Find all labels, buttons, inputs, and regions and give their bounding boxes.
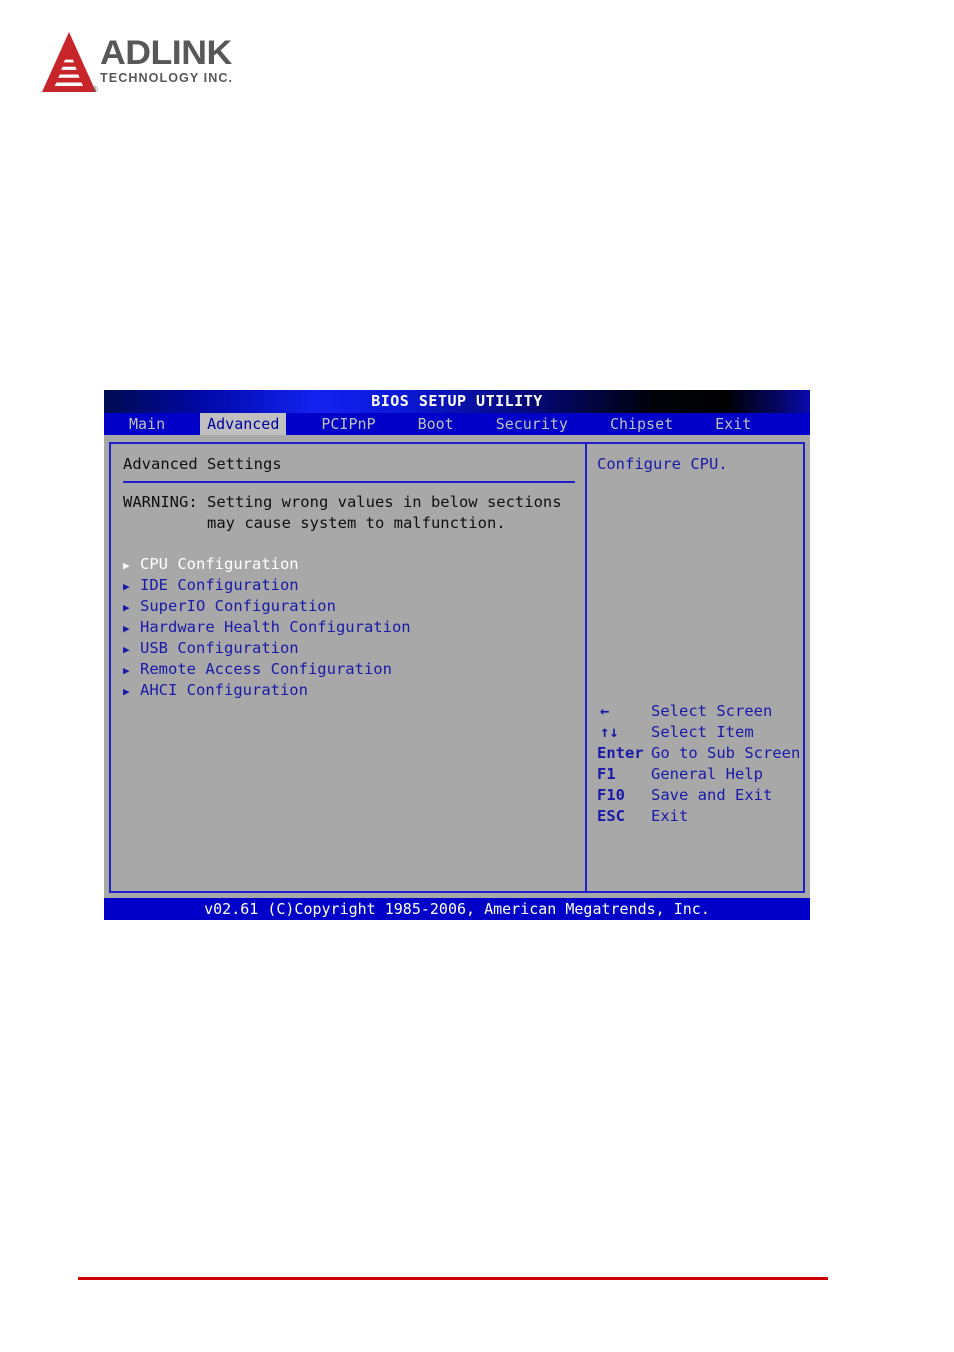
submenu-arrow-icon: ▶ bbox=[123, 559, 130, 572]
legend-row: F10 Save and Exit bbox=[597, 786, 797, 807]
bios-menu-bar[interactable]: Main Advanced PCIPnP Boot Security Chipset Exi… bbox=[104, 413, 810, 435]
legend-row: Enter Go to Sub Screen bbox=[597, 744, 801, 765]
bios-help-panel: Configure CPU. ← Select Screen ↑↓ Select It… bbox=[587, 444, 803, 891]
adlink-tagline: TECHNOLOGY INC. bbox=[100, 71, 234, 85]
legend-row: F1 General Help bbox=[597, 765, 797, 786]
page-bottom-rule bbox=[78, 1277, 828, 1280]
legend-key: F1 bbox=[597, 765, 616, 783]
page-title: Advanced Settings bbox=[123, 455, 282, 473]
legend-key: F10 bbox=[597, 786, 625, 804]
menu-item-label: SuperIO Configuration bbox=[140, 597, 336, 615]
submenu-arrow-icon: ▶ bbox=[123, 685, 130, 698]
submenu-arrow-icon: ▶ bbox=[123, 580, 130, 593]
tab-chipset[interactable]: Chipset bbox=[603, 413, 680, 435]
submenu-arrow-icon: ▶ bbox=[123, 664, 130, 677]
menu-item-hardware-health-configuration[interactable]: ▶ Hardware Health Configuration bbox=[123, 618, 585, 639]
legend-description: General Help bbox=[651, 765, 763, 783]
legend-key: Enter bbox=[597, 744, 644, 762]
menu-item-ide-configuration[interactable]: ▶ IDE Configuration bbox=[123, 576, 585, 597]
submenu-arrow-icon: ▶ bbox=[123, 622, 130, 635]
legend-description: Exit bbox=[651, 807, 689, 825]
legend-description: Save and Exit bbox=[651, 786, 773, 804]
warning-line-2: may cause system to malfunction. bbox=[123, 514, 506, 532]
bios-title: BIOS SETUP UTILITY bbox=[371, 392, 543, 410]
submenu-arrow-icon: ▶ bbox=[123, 601, 130, 614]
adlink-company-name: ADLINK bbox=[100, 34, 232, 72]
menu-item-label: IDE Configuration bbox=[140, 576, 299, 594]
bios-left-panel: Advanced Settings WARNING: Setting wrong… bbox=[111, 444, 587, 891]
legend-description: Select Screen bbox=[651, 702, 773, 720]
adlink-logo: ADLINK TECHNOLOGY INC. ® bbox=[38, 28, 298, 98]
adlink-triangle-logo-icon bbox=[42, 32, 96, 92]
bios-footer-copyright: v02.61 (C)Copyright 1985-2006, American … bbox=[104, 898, 810, 920]
bios-content-panel: Advanced Settings WARNING: Setting wrong… bbox=[109, 442, 805, 893]
menu-item-label: AHCI Configuration bbox=[140, 681, 308, 699]
up-down-arrow-icon: ↑↓ bbox=[600, 723, 619, 741]
legend-row: ESC Exit bbox=[597, 807, 797, 828]
menu-item-label: CPU Configuration bbox=[140, 555, 299, 573]
menu-item-label: Remote Access Configuration bbox=[140, 660, 392, 678]
legend-row: ← Select Screen bbox=[597, 702, 797, 723]
menu-item-superio-configuration[interactable]: ▶ SuperIO Configuration bbox=[123, 597, 585, 618]
heading-divider bbox=[123, 481, 575, 483]
warning-line-1: WARNING: Setting wrong values in below s… bbox=[123, 493, 562, 511]
tab-pcipnp[interactable]: PCIPnP bbox=[314, 413, 382, 435]
tab-boot[interactable]: Boot bbox=[411, 413, 461, 435]
menu-item-label: Hardware Health Configuration bbox=[140, 618, 411, 636]
legend-description: Go to Sub Screen bbox=[651, 744, 801, 762]
bios-setup-window: BIOS SETUP UTILITY Main Advanced PCIPnP Boo… bbox=[104, 390, 810, 920]
legend-key: ESC bbox=[597, 807, 625, 825]
registered-trademark-icon: ® bbox=[92, 85, 98, 94]
tab-main[interactable]: Main bbox=[122, 413, 172, 435]
menu-item-remote-access-configuration[interactable]: ▶ Remote Access Configuration bbox=[123, 660, 585, 681]
bios-body: Advanced Settings WARNING: Setting wrong… bbox=[104, 435, 810, 898]
tab-exit[interactable]: Exit bbox=[708, 413, 758, 435]
tab-advanced[interactable]: Advanced bbox=[200, 413, 287, 435]
menu-item-cpu-configuration[interactable]: ▶ CPU Configuration bbox=[123, 555, 585, 576]
tab-security[interactable]: Security bbox=[489, 413, 575, 435]
key-legend: ← Select Screen ↑↓ Select Item Enter Go to Su… bbox=[597, 702, 801, 828]
left-arrow-icon: ← bbox=[600, 702, 610, 720]
legend-row: ↑↓ Select Item bbox=[597, 723, 797, 744]
submenu-arrow-icon: ▶ bbox=[123, 643, 130, 656]
adlink-wordmark-block: ADLINK TECHNOLOGY INC. bbox=[100, 36, 290, 86]
context-help-text: Configure CPU. bbox=[597, 455, 728, 473]
legend-description: Select Item bbox=[651, 723, 754, 741]
bios-title-bar: BIOS SETUP UTILITY bbox=[104, 390, 810, 413]
menu-item-usb-configuration[interactable]: ▶ USB Configuration bbox=[123, 639, 585, 660]
configuration-menu-list[interactable]: ▶ CPU Configuration ▶ IDE Configuration ▶ Sup… bbox=[123, 555, 585, 702]
menu-item-label: USB Configuration bbox=[140, 639, 299, 657]
menu-item-ahci-configuration[interactable]: ▶ AHCI Configuration bbox=[123, 681, 585, 702]
